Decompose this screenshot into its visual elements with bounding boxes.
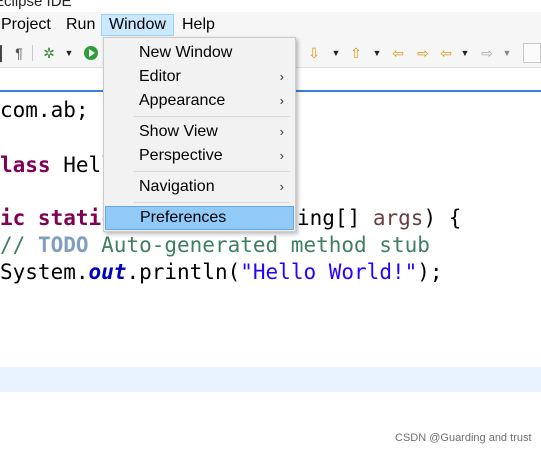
next-annotation-dropdown-icon[interactable]: ▼ bbox=[331, 44, 341, 62]
open-perspective-icon[interactable] bbox=[523, 43, 541, 63]
menu-item-editor[interactable]: Editor › bbox=[105, 65, 294, 89]
title-bar: Eclipse IDE bbox=[0, 0, 541, 12]
menu-item-appearance[interactable]: Appearance › bbox=[105, 89, 294, 113]
code-line-println: System.out.println("Hello World!"); bbox=[0, 260, 443, 284]
debug-dropdown-icon[interactable]: ▼ bbox=[64, 44, 74, 62]
menu-window[interactable]: Window bbox=[101, 14, 174, 36]
previous-annotation-dropdown-icon[interactable]: ▼ bbox=[372, 44, 382, 62]
pilcrow-icon[interactable]: ¶ bbox=[12, 44, 26, 62]
run-icon[interactable] bbox=[84, 46, 98, 60]
menu-item-new-window[interactable]: New Window bbox=[105, 41, 294, 65]
menu-separator bbox=[134, 116, 290, 117]
menu-item-perspective[interactable]: Perspective › bbox=[105, 144, 294, 168]
code-line-comment: // TODO Auto-generated method stub bbox=[0, 233, 430, 257]
last-edit-icon[interactable]: ⇦ bbox=[389, 44, 407, 62]
code-line-class: lass Hell bbox=[0, 153, 114, 177]
menu-item-show-view[interactable]: Show View › bbox=[105, 120, 294, 144]
current-line-highlight bbox=[0, 367, 541, 392]
submenu-arrow-icon: › bbox=[279, 69, 284, 84]
submenu-arrow-icon: › bbox=[279, 179, 284, 194]
toolbar-separator bbox=[32, 45, 33, 61]
toolbar-edge-icon: ▌ bbox=[0, 45, 7, 61]
menu-run[interactable]: Run bbox=[59, 14, 102, 36]
edit-location-icon[interactable]: ⇨ bbox=[414, 44, 432, 62]
window-title: Eclipse IDE bbox=[0, 0, 72, 10]
submenu-arrow-icon: › bbox=[279, 124, 284, 139]
menu-project[interactable]: Project bbox=[0, 14, 58, 36]
submenu-arrow-icon: › bbox=[279, 93, 284, 108]
menu-bar: Project Run Window Help bbox=[0, 12, 541, 38]
code-line-main-right: ing[] args) { bbox=[297, 206, 462, 230]
window-menu-dropdown: New Window Editor › Appearance › Show View… bbox=[103, 37, 296, 232]
submenu-arrow-icon: › bbox=[279, 148, 284, 163]
code-line-package: com.ab; bbox=[0, 98, 89, 122]
back-icon[interactable]: ⇦ bbox=[438, 44, 454, 62]
menu-help[interactable]: Help bbox=[175, 14, 222, 36]
menu-item-navigation[interactable]: Navigation › bbox=[105, 175, 294, 199]
next-annotation-icon[interactable]: ⇩ bbox=[306, 44, 322, 62]
back-dropdown-icon[interactable]: ▼ bbox=[460, 44, 470, 62]
bug-icon[interactable]: ✲ bbox=[40, 44, 58, 62]
watermark: CSDN @Guarding and trust bbox=[395, 432, 532, 444]
previous-annotation-icon[interactable]: ⇧ bbox=[348, 44, 364, 62]
menu-separator bbox=[134, 202, 290, 203]
code-line-main-left: ic static bbox=[0, 206, 114, 230]
forward-dropdown-icon[interactable]: ▼ bbox=[502, 44, 512, 62]
forward-icon[interactable]: ⇨ bbox=[478, 44, 496, 62]
menu-item-preferences[interactable]: Preferences bbox=[105, 206, 294, 230]
menu-separator bbox=[134, 171, 290, 172]
